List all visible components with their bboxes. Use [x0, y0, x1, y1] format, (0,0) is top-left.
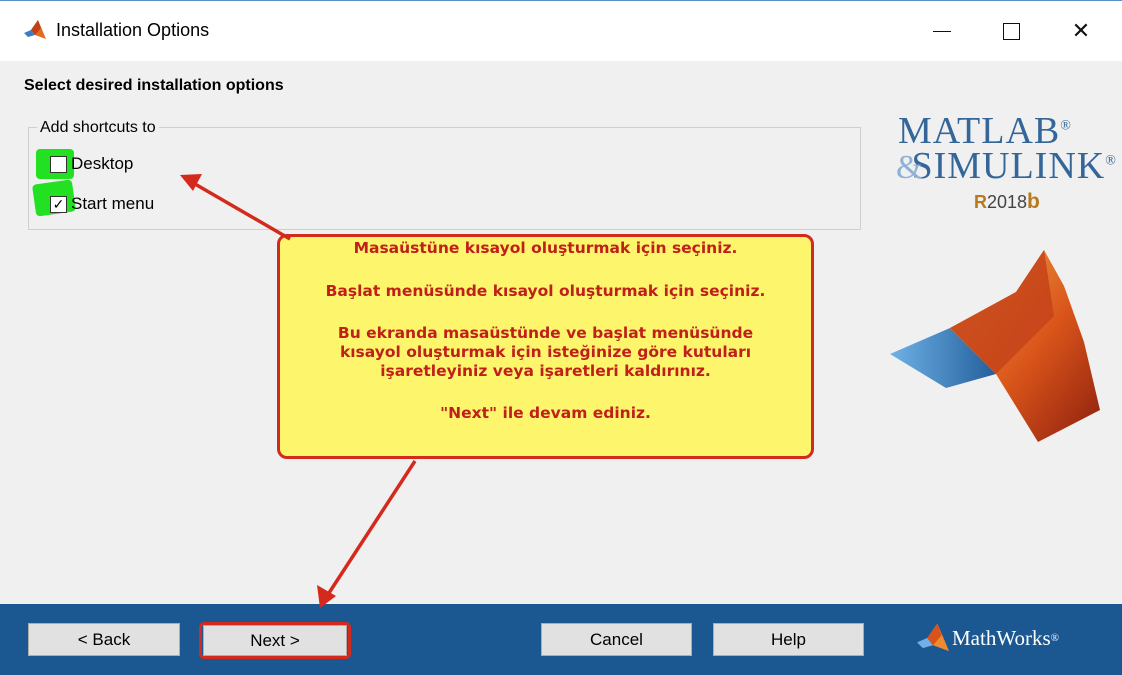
- desktop-checkbox[interactable]: Desktop: [50, 154, 133, 174]
- registered-mark: ®: [1105, 153, 1117, 169]
- release-label: R2018b: [974, 190, 1040, 214]
- callout-line: Masaüstüne kısayol oluşturmak için seçin…: [353, 239, 738, 257]
- group-label: Add shortcuts to: [37, 119, 159, 137]
- minimize-icon: [933, 30, 951, 32]
- title-bar: Installation Options ✕: [0, 1, 1122, 61]
- cancel-button[interactable]: Cancel: [541, 623, 692, 656]
- next-button[interactable]: Next >: [203, 625, 347, 656]
- startmenu-label: Start menu: [71, 194, 155, 213]
- minimize-button[interactable]: [919, 11, 965, 51]
- startmenu-checkbox[interactable]: ✓ Start menu: [50, 194, 154, 214]
- page-heading: Select desired installation options: [24, 77, 284, 94]
- simulink-word: SIMULINK: [911, 145, 1106, 187]
- checkbox-box[interactable]: [50, 155, 67, 173]
- help-button[interactable]: Help: [713, 623, 864, 656]
- window-title: Installation Options: [56, 20, 210, 40]
- callout-line: "Next" ile devam ediniz.: [440, 404, 651, 422]
- callout-line: Bu ekranda masaüstünde ve başlat menüsün…: [337, 324, 754, 342]
- registered-mark: ®: [1050, 632, 1059, 644]
- ampersand: &: [896, 149, 924, 186]
- back-button[interactable]: < Back: [28, 623, 180, 656]
- annotation-callout: Masaüstüne kısayol oluşturmak için seçin…: [277, 234, 814, 459]
- release-r: R: [974, 192, 987, 212]
- membrane-logo-icon: [890, 250, 1100, 442]
- maximize-icon: [1002, 22, 1020, 40]
- callout-line: Başlat menüsünde kısayol oluşturmak için…: [325, 282, 766, 300]
- shortcuts-group: Add shortcuts to: [28, 119, 861, 230]
- mathworks-name: MathWorks: [952, 625, 1051, 650]
- release-b: b: [1027, 190, 1040, 213]
- close-icon: ✕: [1071, 18, 1091, 43]
- release-year: 2018: [987, 192, 1028, 212]
- registered-mark: ®: [1060, 118, 1072, 134]
- installer-window: Installation Options ✕ Select desired in…: [0, 0, 1122, 675]
- callout-line: kısayol oluşturmak için isteğinize göre …: [339, 343, 752, 361]
- desktop-label: Desktop: [71, 154, 134, 173]
- checkbox-box[interactable]: ✓: [50, 195, 67, 213]
- mathworks-logo: MathWorks ®: [914, 622, 1059, 654]
- arrow-to-next: [325, 460, 417, 597]
- callout-line: işaretleyiniz veya işaretleri kaldırınız…: [380, 362, 711, 380]
- mathworks-logo-icon: [917, 623, 949, 652]
- matlab-logo-icon: [24, 20, 46, 39]
- maximize-button[interactable]: [988, 11, 1034, 51]
- simulink-wordmark: &SIMULINK®: [896, 144, 1117, 188]
- check-icon: ✓: [52, 196, 65, 212]
- close-button[interactable]: ✕: [1058, 11, 1104, 51]
